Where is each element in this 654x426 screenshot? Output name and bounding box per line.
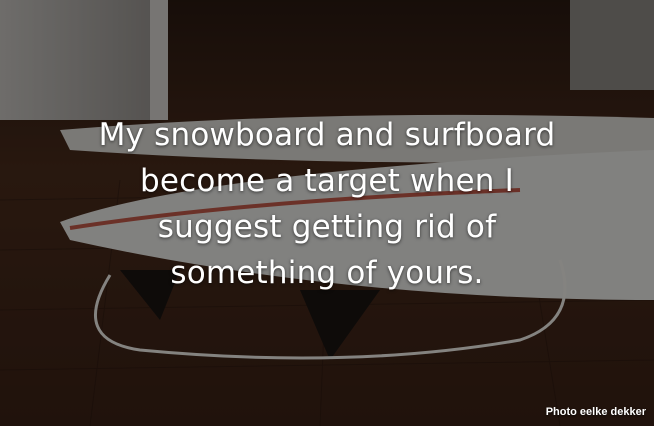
quote-line: become a target when I	[140, 163, 514, 199]
quote-line: something of yours.	[170, 255, 484, 291]
quote-line: suggest getting rid of	[157, 209, 497, 245]
quote-line: My snowboard and surfboard	[98, 117, 556, 153]
photo-credit: Photo eelke dekker	[545, 406, 646, 418]
quote-text: My snowboard and surfboard become a targ…	[60, 112, 594, 296]
quote-image: My snowboard and surfboard become a targ…	[0, 0, 654, 426]
